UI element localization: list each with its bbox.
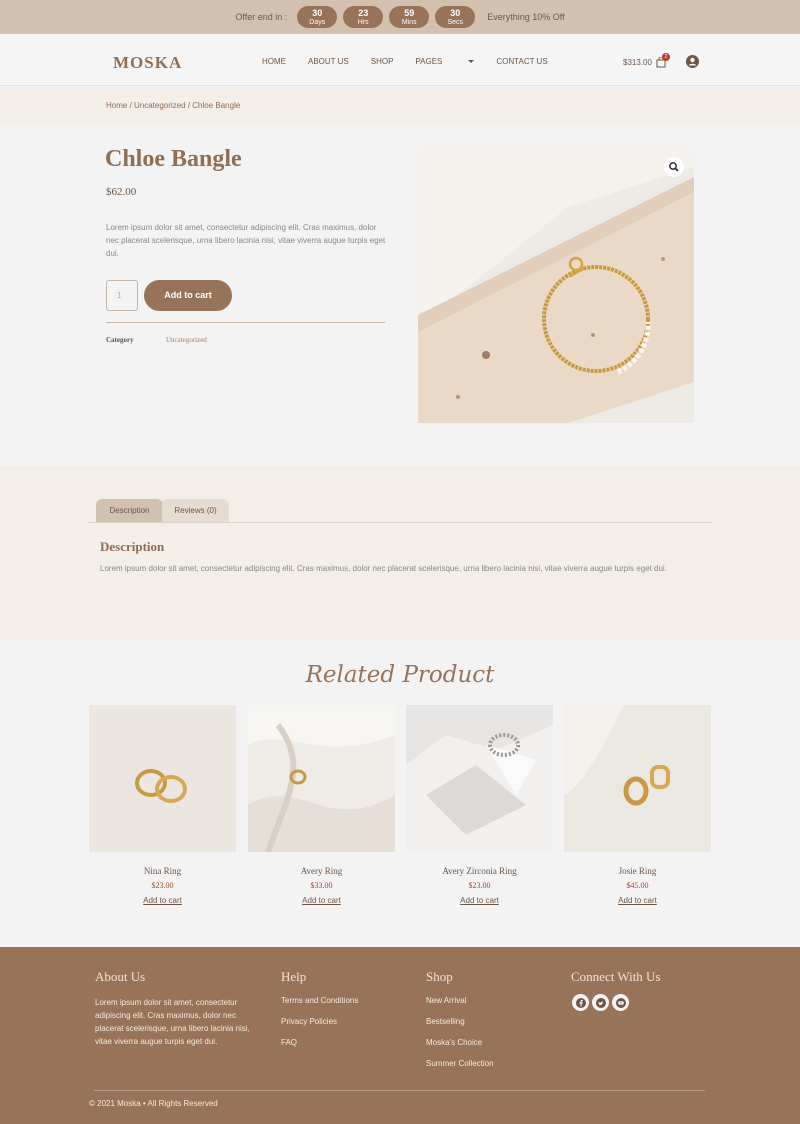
nav-about-us[interactable]: ABOUT US bbox=[308, 57, 349, 66]
add-to-cart-button[interactable]: Add to cart bbox=[144, 280, 232, 311]
shopping-bag-icon: 2 bbox=[656, 53, 670, 68]
chevron-down-icon bbox=[468, 60, 475, 63]
add-to-cart-link[interactable]: Add to cart bbox=[89, 896, 236, 905]
zoom-button[interactable] bbox=[664, 157, 684, 177]
facebook-icon[interactable] bbox=[572, 994, 589, 1011]
social-links bbox=[572, 994, 629, 1011]
product-price: $45.00 bbox=[626, 881, 649, 890]
product-image[interactable] bbox=[418, 147, 694, 423]
nav-contact-us[interactable]: CONTACT US bbox=[496, 57, 547, 66]
product-price: $33.00 bbox=[310, 881, 333, 890]
footer-link[interactable]: New Arrival bbox=[426, 996, 494, 1017]
countdown-days: 30 Days bbox=[297, 6, 338, 28]
product-price: $23.00 bbox=[151, 881, 174, 890]
countdown-minutes: 59 Mins bbox=[389, 6, 430, 28]
product-name[interactable]: Avery Zirconia Ring bbox=[406, 866, 553, 876]
breadcrumb[interactable]: Home / Uncategorized / Chloe Bangle bbox=[106, 101, 240, 110]
main-nav: HOME ABOUT US SHOP PAGES CONTACT US bbox=[262, 57, 570, 66]
product-thumbnail[interactable] bbox=[248, 705, 395, 852]
related-product-card[interactable]: Nina Ring $23.00 Add to cart bbox=[89, 705, 236, 905]
footer-about-heading: About Us bbox=[95, 969, 146, 984]
footer-shop-links: New Arrival Bestselling Moska's Choice S… bbox=[426, 996, 494, 1080]
tab-divider bbox=[88, 522, 712, 523]
related-title: Related Product bbox=[305, 662, 495, 688]
footer-link[interactable]: FAQ bbox=[281, 1038, 358, 1059]
footer-link[interactable]: Bestselling bbox=[426, 1017, 494, 1038]
footer-about-text: Lorem ipsum dolor sit amet, consectetur … bbox=[95, 998, 250, 1046]
footer-shop-heading: Shop bbox=[426, 969, 453, 984]
cart-link[interactable]: $313.00 2 bbox=[623, 53, 670, 68]
product-thumbnail[interactable] bbox=[564, 705, 711, 852]
add-to-cart-link[interactable]: Add to cart bbox=[406, 896, 553, 905]
cart-total: $313.00 bbox=[623, 58, 652, 67]
promo-offer: Everything 10% Off bbox=[487, 12, 565, 22]
nav-pages-label: PAGES bbox=[415, 57, 443, 66]
category-label: Category bbox=[106, 336, 134, 344]
youtube-icon[interactable] bbox=[612, 994, 629, 1011]
product-price: $23.00 bbox=[468, 881, 491, 890]
promo-bar: Offer end in : 30 Days 23 Hrs 59 Mins 30 Sec… bbox=[0, 0, 800, 34]
countdown-hours: 23 Hrs bbox=[343, 6, 384, 28]
category-link[interactable]: Uncategorized bbox=[166, 336, 207, 344]
product-thumbnail[interactable] bbox=[89, 705, 236, 852]
twitter-icon[interactable] bbox=[592, 994, 609, 1011]
search-icon bbox=[669, 162, 679, 172]
footer-link[interactable]: Terms and Conditions bbox=[281, 996, 358, 1017]
user-account-icon[interactable] bbox=[686, 55, 699, 68]
footer-help-heading: Help bbox=[281, 969, 307, 984]
quantity-input[interactable]: 1 bbox=[106, 280, 138, 311]
nav-shop[interactable]: SHOP bbox=[371, 57, 394, 66]
description-body: Lorem ipsum dolor sit amet, consectetur … bbox=[100, 564, 667, 573]
product-title: Chloe Bangle bbox=[105, 146, 242, 172]
add-to-cart-link[interactable]: Add to cart bbox=[248, 896, 395, 905]
product-description: Lorem ipsum dolor sit amet, consectetur … bbox=[106, 223, 386, 258]
footer-help-links: Terms and Conditions Privacy Policies FA… bbox=[281, 996, 358, 1059]
cart-count-badge: 2 bbox=[661, 53, 670, 61]
tab-description[interactable]: Description bbox=[96, 499, 163, 523]
related-product-card[interactable]: Avery Ring $33.00 Add to cart bbox=[248, 705, 395, 905]
related-product-card[interactable]: Josie Ring $45.00 Add to cart bbox=[564, 705, 711, 905]
footer-link[interactable]: Moska's Choice bbox=[426, 1038, 494, 1059]
add-to-cart-link[interactable]: Add to cart bbox=[564, 896, 711, 905]
footer-connect-heading: Connect With Us bbox=[571, 969, 661, 984]
tab-reviews[interactable]: Reviews (0) bbox=[162, 499, 229, 523]
footer-divider bbox=[94, 1090, 705, 1091]
copyright: © 2021 Moska • All Rights Reserved bbox=[89, 1099, 218, 1108]
breadcrumb-bar: Home / Uncategorized / Chloe Bangle bbox=[0, 87, 800, 125]
footer-link[interactable]: Privacy Policies bbox=[281, 1017, 358, 1038]
footer-link[interactable]: Summer Collection bbox=[426, 1059, 494, 1080]
product-price: $62.00 bbox=[106, 186, 137, 198]
site-header: MOSKA HOME ABOUT US SHOP PAGES CONTACT U… bbox=[0, 34, 800, 86]
nav-pages[interactable]: PAGES bbox=[415, 57, 475, 66]
divider bbox=[106, 322, 385, 323]
description-heading: Description bbox=[100, 539, 165, 554]
site-footer: About Us Lorem ipsum dolor sit amet, con… bbox=[0, 947, 800, 1124]
product-name[interactable]: Nina Ring bbox=[89, 866, 236, 876]
product-thumbnail[interactable] bbox=[406, 705, 553, 852]
logo[interactable]: MOSKA bbox=[113, 53, 182, 73]
product-name[interactable]: Avery Ring bbox=[248, 866, 395, 876]
nav-home[interactable]: HOME bbox=[262, 57, 286, 66]
related-product-card[interactable]: Avery Zirconia Ring $23.00 Add to cart bbox=[406, 705, 553, 905]
countdown-seconds: 30 Secs bbox=[435, 6, 476, 28]
promo-label: Offer end in : bbox=[235, 12, 288, 22]
product-name[interactable]: Josie Ring bbox=[564, 866, 711, 876]
